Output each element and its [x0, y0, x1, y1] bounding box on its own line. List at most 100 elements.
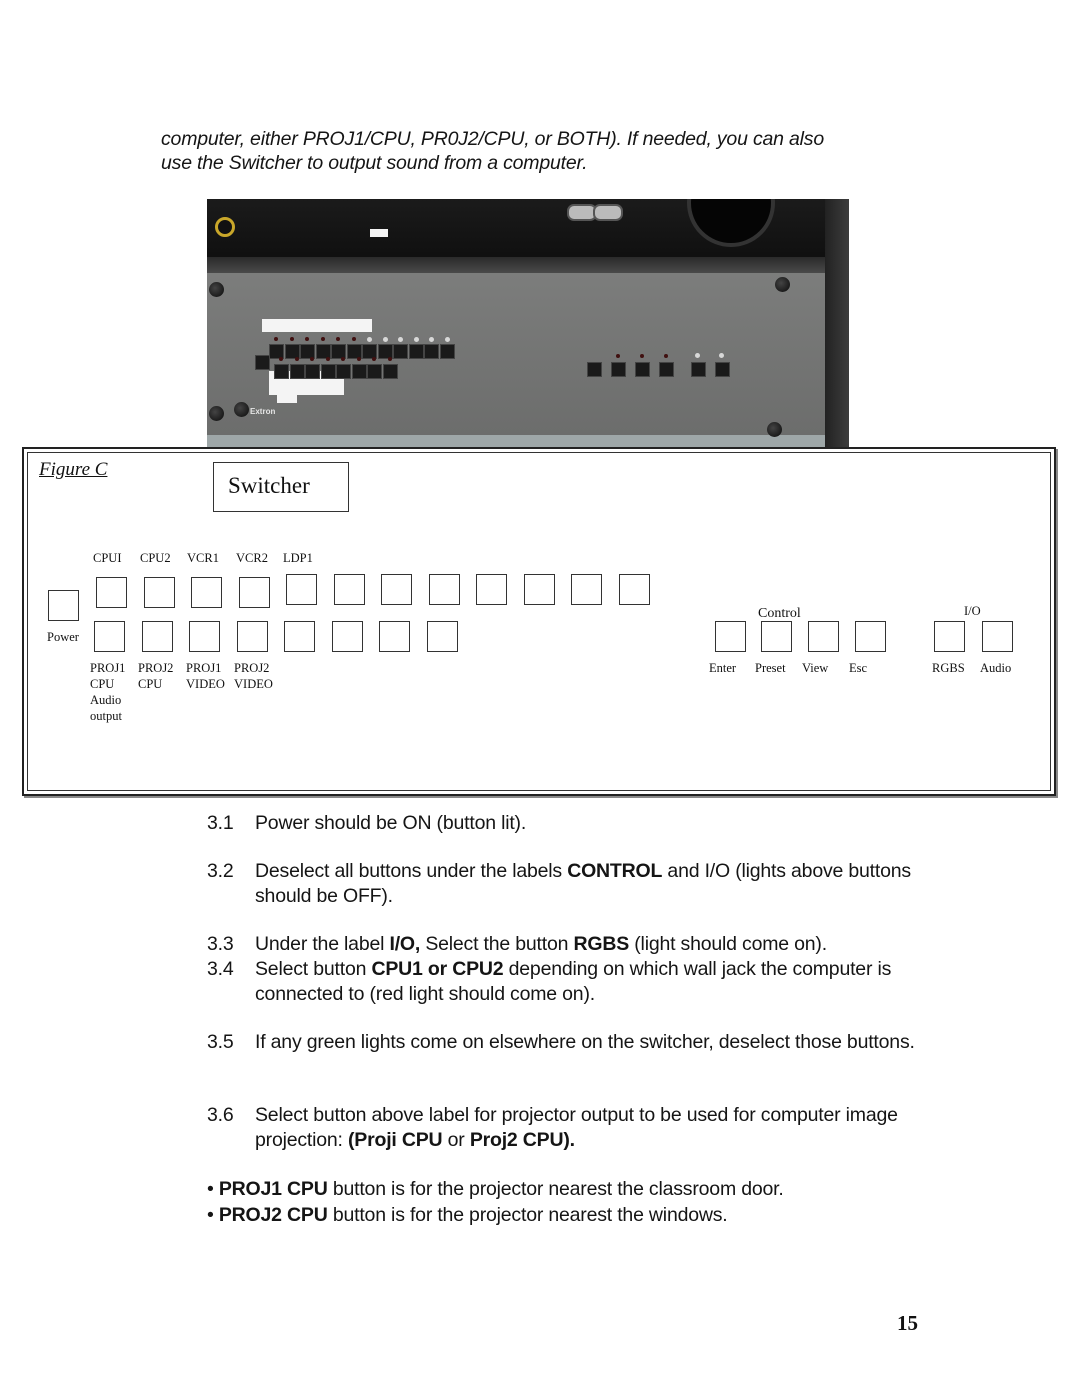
input-button-outline: [286, 574, 317, 605]
step-text: If any green lights come on elsewhere on…: [255, 1031, 915, 1053]
photo-led: [351, 337, 356, 341]
photo-led: [616, 354, 620, 358]
power-label: Power: [47, 630, 79, 644]
output-button-outline: [141, 621, 173, 652]
control-heading: Control: [758, 606, 801, 621]
photo-input-button: [408, 344, 424, 359]
receiver-button: [593, 204, 623, 221]
output-button-outline: [284, 621, 315, 652]
photo-led: [274, 337, 278, 341]
photo-led: [310, 357, 314, 361]
input-label-vcr2: VCR2: [236, 551, 268, 565]
input-button-outline: [571, 574, 602, 605]
headphone-jack: [215, 217, 235, 237]
rack-screw: [775, 277, 790, 292]
rack-shelf: [207, 257, 849, 273]
output-label-line: PROJ1: [186, 661, 222, 675]
photo-led: [279, 357, 283, 361]
photo-control-button: [611, 362, 626, 377]
intro-paragraph: computer, either PROJ1/CPU, PR0J2/CPU, o…: [161, 127, 921, 175]
rack-screw: [209, 406, 224, 421]
photo-led: [640, 354, 644, 358]
intro-line-2: use the Switcher to output sound from a …: [161, 152, 588, 174]
photo-led: [382, 337, 388, 342]
photo-output-button: [336, 364, 351, 379]
step-number: 3.6: [207, 1104, 234, 1126]
control-label-enter: Enter: [709, 661, 737, 675]
output-label-line: Audio: [90, 693, 122, 707]
figure-caption: Figure C: [39, 459, 108, 480]
figure-c-box: [22, 447, 1056, 796]
photo-led: [429, 337, 434, 342]
photo-led: [336, 337, 340, 341]
input-button-outline: [143, 577, 175, 608]
control-button-outline: [761, 621, 792, 652]
rack-screw: [767, 422, 782, 437]
photo-led: [387, 357, 392, 361]
photo-output-button: [320, 364, 336, 379]
photo-led: [444, 337, 450, 342]
page-number: 15: [897, 1311, 918, 1335]
input-button-outline: [476, 574, 507, 605]
photo-led: [664, 354, 668, 358]
step-number: 3.3: [207, 933, 234, 955]
brand-logo: Extron: [250, 407, 276, 416]
output-label-line: PROJ2: [138, 661, 174, 675]
photo-power-button: [255, 355, 270, 370]
photo-led: [305, 337, 309, 341]
step-text: Select button CPU1 or CPU2 depending on …: [255, 958, 892, 1005]
switcher-photo: Extron: [207, 199, 849, 449]
photo-led: [320, 337, 325, 341]
photo-led: [367, 337, 372, 342]
control-label-view: View: [802, 661, 829, 675]
input-button-outline: [238, 577, 270, 608]
output-label-line: PROJ1: [90, 661, 126, 675]
rack-screw: [234, 402, 249, 417]
input-label-cpui: CPUI: [93, 551, 122, 565]
power-button-outline: [48, 590, 79, 621]
io-button-outline: [982, 621, 1013, 652]
input-button-outline: [523, 574, 555, 605]
photo-output-button: [274, 364, 289, 379]
sticker: [370, 229, 388, 237]
projector-note: • PROJ2 CPU button is for the projector …: [207, 1204, 728, 1226]
photo-control-button: [587, 362, 602, 377]
output-label-line: VIDEO: [186, 677, 225, 691]
control-button-outline: [715, 621, 746, 652]
photo-led: [695, 353, 700, 358]
output-button-outline: [379, 621, 410, 652]
photo-control-button: [659, 362, 674, 377]
step-text: Select button above label for projector …: [255, 1104, 898, 1151]
input-button-outline: [333, 574, 365, 605]
input-label-ldp1: LDP1: [283, 551, 313, 565]
photo-io-button: [691, 362, 706, 377]
io-heading: I/O: [964, 604, 981, 618]
input-button-outline: [96, 577, 127, 608]
rack-screw: [209, 282, 224, 297]
volume-dial: [687, 199, 775, 247]
bullet-icon: •: [207, 1178, 219, 1200]
step-number: 3.5: [207, 1031, 234, 1053]
control-button-outline: [808, 621, 839, 652]
output-button-outline: [236, 621, 268, 652]
photo-led: [356, 357, 361, 361]
photo-led: [341, 357, 345, 361]
photo-led: [398, 337, 403, 342]
step-number: 3.2: [207, 860, 234, 882]
photo-output-button: [367, 364, 382, 379]
photo-output-button: [351, 364, 367, 379]
photo-input-button: [393, 344, 408, 359]
photo-input-button: [439, 344, 455, 359]
photo-led: [719, 353, 724, 358]
io-label-audio: Audio: [980, 661, 1012, 675]
input-button-outline: [191, 577, 222, 608]
photo-led: [289, 337, 294, 341]
photo-led: [294, 357, 299, 361]
photo-io-button: [715, 362, 730, 377]
step-text: Power should be ON (button lit).: [255, 812, 527, 834]
input-label-card: [262, 319, 372, 332]
input-button-outline: [618, 574, 650, 605]
input-label-vcr1: VCR1: [187, 551, 219, 565]
photo-control-button: [635, 362, 650, 377]
output-label-line: CPU: [90, 677, 115, 691]
